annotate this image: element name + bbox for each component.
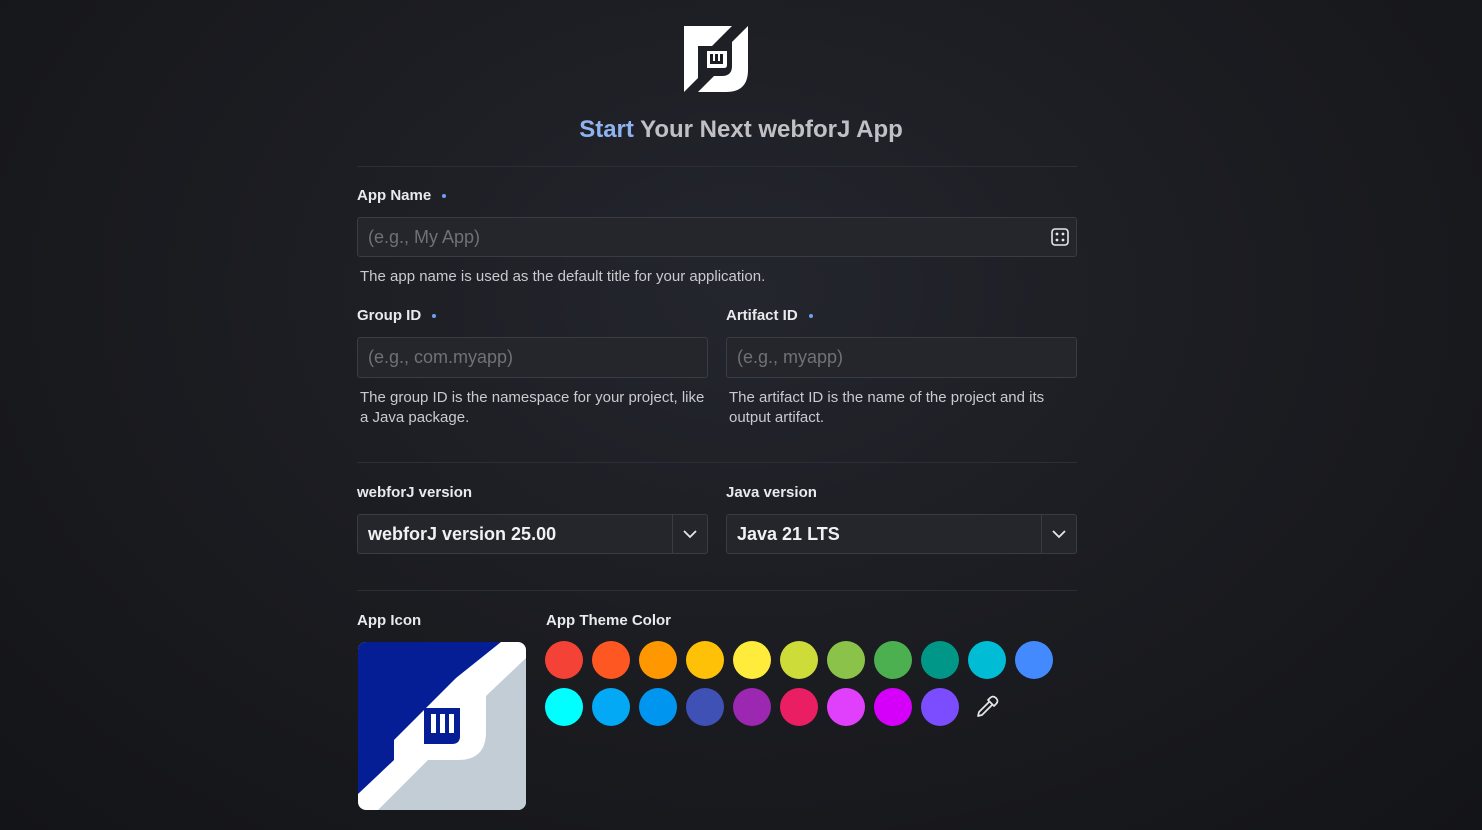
java-version-label-text: Java version <box>726 484 817 501</box>
color-swatch[interactable] <box>874 688 912 726</box>
webforj-version-select[interactable]: webforJ version 25.00 <box>357 514 708 554</box>
divider-top <box>357 166 1077 167</box>
required-indicator <box>442 194 447 198</box>
color-swatch[interactable] <box>827 688 865 726</box>
app-icon-label-text: App Icon <box>357 612 422 629</box>
color-swatch[interactable] <box>592 641 630 679</box>
app-name-label-text: App Name <box>357 187 432 204</box>
color-swatch[interactable] <box>545 641 583 679</box>
artifact-id-help: The artifact ID is the name of the proje… <box>729 389 1045 426</box>
color-swatch[interactable] <box>733 641 771 679</box>
color-swatch[interactable] <box>921 688 959 726</box>
page-title-rest: Your Next webforJ App <box>633 116 903 143</box>
webforj-app-icon <box>358 642 526 810</box>
color-swatch[interactable] <box>827 641 865 679</box>
webforj-version-caret[interactable] <box>672 515 707 553</box>
webforj-version-label-text: webforJ version <box>357 484 473 501</box>
dice-random-icon[interactable] <box>1051 228 1069 246</box>
color-swatch[interactable] <box>639 688 677 726</box>
group-id-field <box>357 337 708 378</box>
color-swatch[interactable] <box>874 641 912 679</box>
required-indicator <box>432 314 437 318</box>
app-name-field <box>357 217 1077 257</box>
divider-bottom <box>357 590 1077 591</box>
color-swatch[interactable] <box>545 688 583 726</box>
app-icon-label: App Icon <box>357 612 421 629</box>
java-version-select[interactable]: Java 21 LTS <box>726 514 1077 554</box>
color-swatch[interactable] <box>1015 641 1053 679</box>
app-icon-preview[interactable] <box>358 642 526 810</box>
color-swatch[interactable] <box>780 641 818 679</box>
app-name-label: App Name <box>357 187 447 204</box>
app-name-help: The app name is used as the default titl… <box>360 268 766 285</box>
chevron-down-icon <box>1052 529 1066 538</box>
color-swatch[interactable] <box>921 641 959 679</box>
color-swatch[interactable] <box>780 688 818 726</box>
color-swatch[interactable] <box>592 688 630 726</box>
theme-color-label-text: App Theme Color <box>546 612 672 629</box>
group-id-help: The group ID is the namespace for your p… <box>360 389 705 426</box>
page-title: Start Your Next webforJ App <box>0 116 1482 144</box>
artifact-id-input[interactable] <box>727 338 1076 377</box>
artifact-id-field <box>726 337 1077 378</box>
group-id-label-text: Group ID <box>357 307 422 324</box>
webforj-version-label: webforJ version <box>357 484 472 501</box>
group-id-input[interactable] <box>358 338 707 377</box>
group-id-label: Group ID <box>357 307 437 324</box>
app-name-input[interactable] <box>358 218 1076 256</box>
theme-color-label: App Theme Color <box>546 612 671 629</box>
eyedropper-icon[interactable] <box>975 695 999 719</box>
project-generator-page: Start Your Next webforJ App App Name The… <box>0 0 1482 830</box>
color-swatch[interactable] <box>639 641 677 679</box>
color-swatch[interactable] <box>733 688 771 726</box>
color-swatch[interactable] <box>686 688 724 726</box>
java-version-value: Java 21 LTS <box>737 523 840 544</box>
divider-middle <box>357 462 1077 463</box>
java-version-label: Java version <box>726 484 817 501</box>
color-swatch[interactable] <box>968 641 1006 679</box>
webforj-logo-icon <box>684 26 748 92</box>
artifact-id-label: Artifact ID <box>726 307 813 324</box>
java-version-caret[interactable] <box>1041 515 1076 553</box>
page-title-accent: Start <box>579 116 634 143</box>
color-swatch[interactable] <box>686 641 724 679</box>
chevron-down-icon <box>683 529 697 538</box>
webforj-version-value: webforJ version 25.00 <box>368 523 557 544</box>
required-indicator <box>808 314 813 318</box>
artifact-id-label-text: Artifact ID <box>726 307 798 324</box>
